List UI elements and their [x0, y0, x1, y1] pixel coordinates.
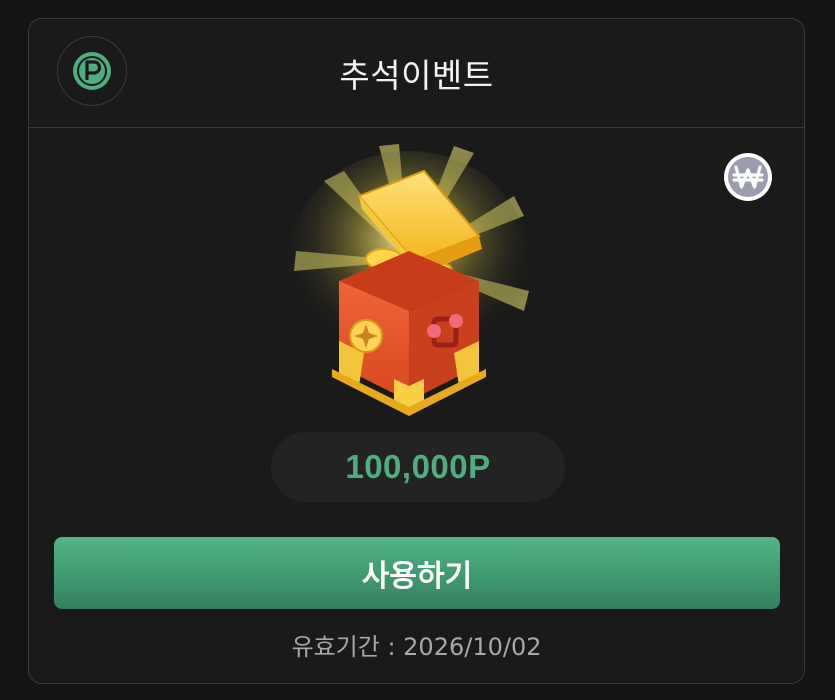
- event-card: 추석이벤트 100,000P 사용하기 유효기간: 2026/10/02: [28, 18, 805, 684]
- card-header: 추석이벤트: [29, 19, 804, 128]
- won-currency-icon: [723, 152, 773, 202]
- treasure-chest-icon: [284, 141, 534, 416]
- reward-amount: 100,000P: [271, 432, 565, 502]
- validity-date: 유효기간 : 2026/10/02: [291, 632, 542, 661]
- use-button[interactable]: 사용하기: [54, 537, 780, 609]
- page-title: 추석이벤트: [339, 56, 494, 95]
